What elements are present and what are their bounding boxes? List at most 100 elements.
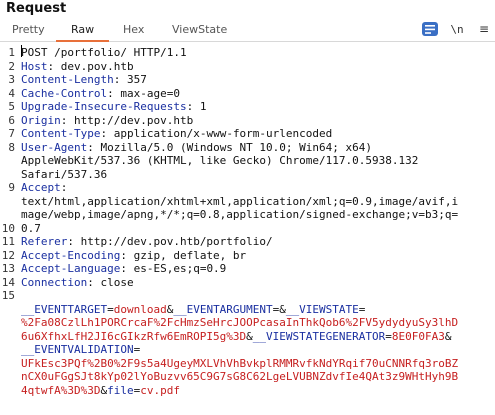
line-number: 2	[8, 59, 15, 73]
param-name: __EVENTVALIDATION	[21, 343, 134, 356]
header-colon: :	[107, 86, 114, 100]
header-value: es-ES,es;q=0.9	[126, 262, 227, 275]
param-value: 8E0F0FA3	[391, 329, 445, 343]
show-newlines-button[interactable]: \n	[449, 22, 465, 36]
tab-raw[interactable]: Raw	[71, 23, 94, 36]
param-name: __VIEWSTATE	[285, 302, 359, 316]
tab-viewstate[interactable]: ViewState	[172, 23, 227, 36]
header-line: text/html,application/xhtml+xml,applicat…	[21, 195, 458, 209]
header-value: AppleWebKit/537.36 (KHTML, like Gecko) C…	[21, 154, 419, 167]
tab-hex[interactable]: Hex	[123, 23, 144, 36]
header-value: application/x-www-form-urlencoded	[107, 127, 333, 140]
header-name: Origin	[21, 113, 61, 127]
param-separator: =	[133, 343, 141, 356]
param-name: __EVENTARGUMENT	[173, 302, 273, 316]
header-line: Upgrade-Insecure-Requests: 1	[21, 100, 206, 114]
body-line: 4qtwfA%3D%3D&file=cv.pdf	[21, 384, 180, 398]
line-number: 14	[1, 275, 15, 289]
menu-icon[interactable]: ≡	[476, 22, 492, 36]
line-number: 12	[1, 248, 15, 262]
header-name: Accept-Encoding	[21, 248, 121, 262]
header-line: User-Agent: Mozilla/5.0 (Windows NT 10.0…	[21, 141, 372, 155]
line-number: 7	[8, 127, 15, 140]
header-line: Connection: close	[21, 276, 134, 290]
header-value: mage/webp,image/apng,*/*;q=0.8,applicati…	[21, 208, 459, 221]
header-value: 1	[193, 100, 207, 113]
header-value: 0.7	[21, 221, 41, 235]
line-number: 9	[8, 181, 15, 194]
request-line: POST /portfolio/ HTTP/1.1	[21, 46, 187, 60]
tab-pretty[interactable]: Pretty	[12, 23, 45, 36]
header-name: Referer	[21, 235, 68, 248]
line-number: 5	[8, 100, 15, 113]
header-colon: :	[120, 248, 127, 262]
header-line: 0.7	[21, 222, 41, 236]
param-value: %2Fa08CzlLh1PORCrcaF%2FcHmzSeHrcJOOPcasa…	[21, 316, 459, 329]
header-value: close	[93, 275, 134, 289]
param-separator: =	[107, 302, 114, 316]
param-value: download	[113, 302, 167, 316]
header-line: AppleWebKit/537.36 (KHTML, like Gecko) C…	[21, 154, 418, 168]
line-number: 10	[1, 221, 15, 235]
raw-editor[interactable]: 1 2 3 4 5 6 7 8 9 10 11 12 13 14 15 POST /portfolio/ H…	[0, 44, 495, 415]
line-number: 13	[1, 262, 15, 275]
body-line: __EVENTTARGET=download&__EVENTARGUMENT=&…	[21, 303, 365, 317]
body-line: UFkEsc3PQf%2B0%2F9s5a4UgeyMXLVhVhBvkplRM…	[21, 357, 458, 371]
panel-title: Request	[6, 1, 67, 16]
header-line: Referer: http://dev.pov.htb/portfolio/	[21, 235, 273, 249]
line-number: 3	[8, 73, 15, 86]
header-line: Content-Length: 357	[21, 73, 147, 87]
param-separator: =	[358, 302, 366, 316]
header-line: Content-Type: application/x-www-form-url…	[21, 127, 332, 141]
header-line: Origin: http://dev.pov.htb	[21, 114, 193, 128]
body-line: %2Fa08CzlLh1PORCrcaF%2FcHmzSeHrcJOOPcasa…	[21, 316, 458, 330]
param-value: 6u6XfhxLfH2JI6cGIkzRfw6EmROPI5g%3D	[21, 329, 247, 343]
header-value: max-age=0	[113, 86, 180, 100]
header-line: Accept-Encoding: gzip, deflate, br	[21, 249, 246, 263]
param-name: __VIEWSTATEGENERATOR	[252, 329, 386, 343]
body-line: __EVENTVALIDATION=	[21, 343, 140, 357]
header-name: User-Agent	[21, 140, 88, 154]
param-value: UFkEsc3PQf%2B0%2F9s5a4UgeyMXLVhVhBvkplRM…	[21, 356, 459, 370]
header-line: mage/webp,image/apng,*/*;q=0.8,applicati…	[21, 208, 458, 222]
line-number: 1	[8, 46, 15, 59]
param-name: __EVENTTARGET	[21, 302, 108, 316]
header-value: Safari/537.36	[21, 167, 108, 181]
header-value: Mozilla/5.0 (Windows NT 10.0; Win64; x64…	[93, 140, 373, 154]
line-number: 11	[1, 235, 15, 248]
message-actions-icon[interactable]	[422, 22, 438, 36]
header-value: http://dev.pov.htb	[67, 113, 194, 127]
header-name: Content-Length	[21, 73, 114, 86]
header-colon: :	[120, 262, 127, 275]
header-name: Cache-Control	[21, 86, 108, 100]
body-line: 6u6XfhxLfH2JI6cGIkzRfw6EmROPI5g%3D&__VIE…	[21, 330, 451, 344]
header-line: Safari/537.36	[21, 168, 107, 182]
header-name: Upgrade-Insecure-Requests	[21, 100, 187, 113]
header-line: Accept:	[21, 181, 67, 195]
header-line: Host: dev.pov.htb	[21, 60, 134, 74]
param-separator: &	[444, 329, 452, 343]
header-line: Cache-Control: max-age=0	[21, 87, 180, 101]
line-number: 8	[8, 140, 15, 154]
active-tab-indicator	[56, 40, 109, 42]
header-colon: :	[87, 275, 94, 289]
param-separator: =&	[272, 302, 286, 316]
header-name: Host	[21, 59, 48, 73]
line-number: 4	[8, 86, 15, 100]
header-name: Accept-Language	[21, 262, 121, 275]
header-colon: :	[67, 235, 74, 248]
view-tabs: Pretty Raw Hex ViewState	[0, 19, 495, 42]
header-name: Connection	[21, 275, 88, 289]
request-line-text: POST /portfolio/ HTTP/1.1	[21, 46, 187, 59]
header-name: Accept	[21, 181, 61, 194]
line-number: 15	[1, 289, 15, 302]
header-colon: :	[60, 181, 68, 194]
param-value: cv.pdf	[140, 383, 180, 397]
line-number: 6	[8, 113, 15, 127]
header-value: dev.pov.htb	[54, 59, 134, 73]
header-value: 357	[120, 73, 147, 86]
header-value: gzip, deflate, br	[126, 248, 247, 262]
param-value: nCX0uFGgSJt8kYp02lYoBuzvv65C9G7sG8C62Lge…	[21, 370, 459, 383]
param-separator: &	[246, 329, 253, 343]
header-value: http://dev.pov.htb/portfolio/	[73, 235, 273, 248]
